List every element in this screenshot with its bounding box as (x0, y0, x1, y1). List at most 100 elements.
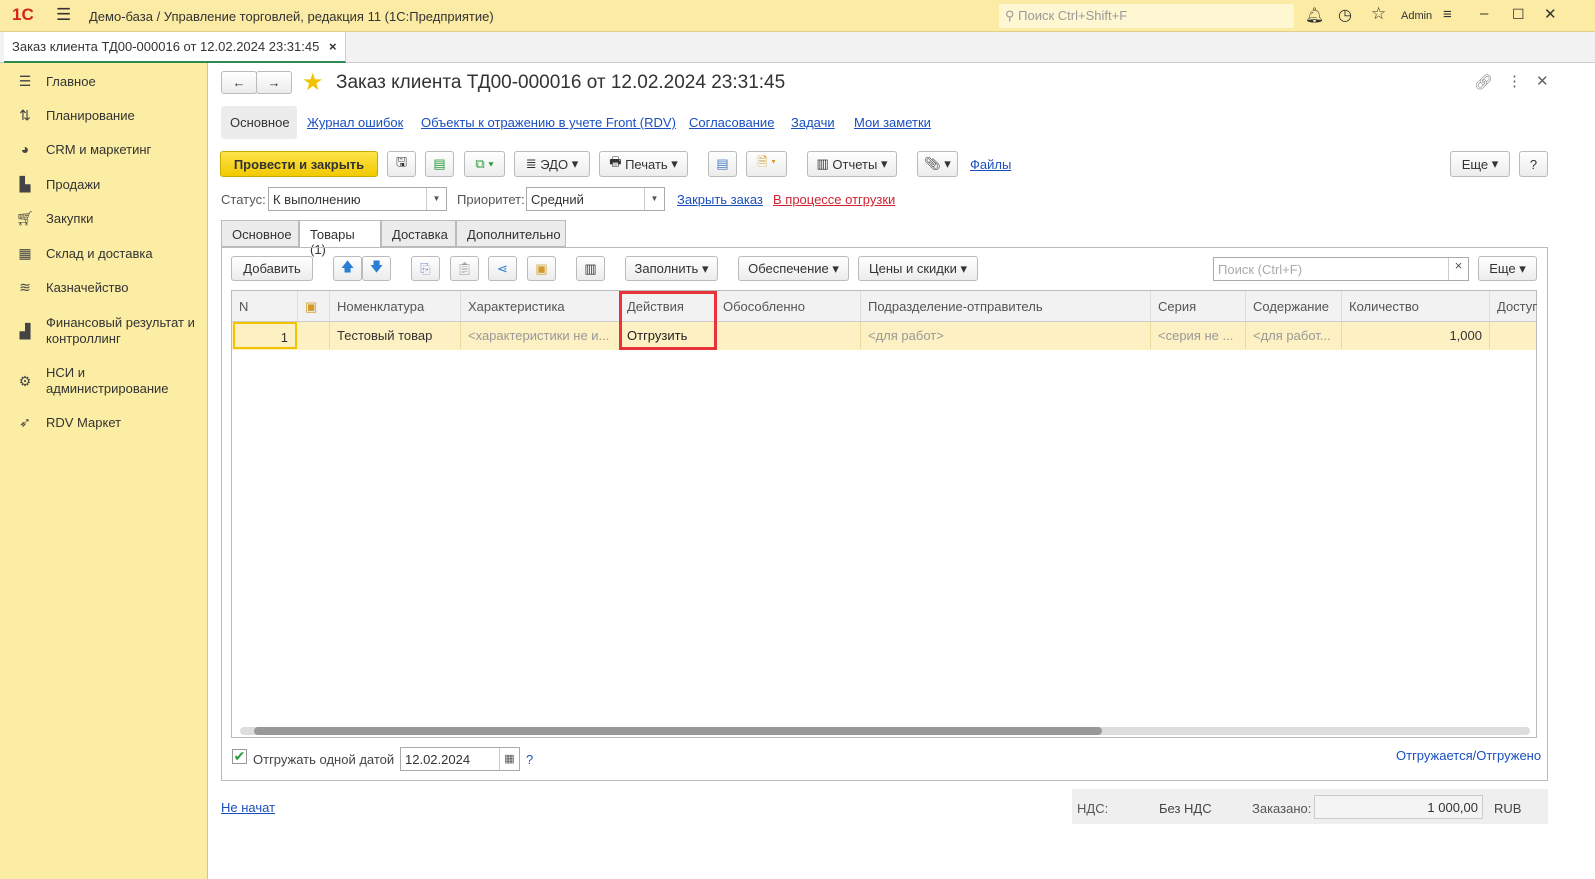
doc-tab[interactable]: Заказ клиента ТД00-000016 от 12.02.2024 … (4, 32, 346, 63)
gear-icon: ⚙ (18, 372, 32, 389)
nav-approval[interactable]: Согласование (689, 115, 774, 130)
nav-main[interactable]: Основное (221, 106, 297, 139)
star-icon[interactable]: ☆ (1371, 4, 1386, 24)
sidebar-item-finance[interactable]: ▟ Финансовый результат и контроллинг (0, 314, 208, 348)
ship-one-date-checkbox[interactable]: ✔ (232, 749, 247, 764)
priority-select[interactable]: Средний ▼ (526, 187, 665, 211)
sidebar-item-crm[interactable]: ◕ CRM и маркетинг (0, 140, 208, 158)
fill-button[interactable]: Заполнить ▾ (625, 256, 718, 281)
reports-button[interactable]: ▥ Отчеты ▾ (807, 151, 897, 177)
favorite-star-icon[interactable]: ★ (302, 68, 324, 97)
col-available[interactable]: Доступ (1490, 291, 1537, 321)
col-quantity[interactable]: Количество (1342, 291, 1490, 321)
document-clock-button[interactable]: 🗎 ▾ (746, 151, 787, 177)
chevron-down-icon[interactable]: ▼ (426, 188, 446, 210)
back-button[interactable]: ← (221, 71, 257, 94)
cell-content[interactable]: <для работ... (1246, 322, 1342, 349)
shipped-link[interactable]: Отгружается/Отгружено (1396, 748, 1541, 763)
horizontal-scrollbar[interactable] (240, 727, 1530, 735)
split-button[interactable]: ⋖ (488, 256, 517, 281)
calendar-icon[interactable]: ▦ (499, 748, 519, 770)
list-button[interactable]: ▤ (708, 151, 737, 177)
goods-search-input[interactable]: Поиск (Ctrl+F) × (1213, 257, 1469, 281)
sidebar-item-planning[interactable]: ⇅ Планирование (0, 106, 208, 124)
post-and-close-button[interactable]: Провести и закрыть (220, 151, 378, 177)
col-item[interactable]: Номенклатура (330, 291, 461, 321)
forward-button[interactable]: → (256, 71, 292, 94)
user-name[interactable]: Admin (1401, 10, 1432, 22)
cell-pick[interactable] (298, 322, 330, 349)
help-button[interactable]: ? (1519, 151, 1548, 177)
close-order-link[interactable]: Закрыть заказ (677, 192, 763, 207)
edo-button[interactable]: ≣ ЭДО ▾ (514, 151, 590, 177)
move-up-button[interactable]: 🡅 (333, 256, 362, 281)
nav-notes[interactable]: Мои заметки (854, 115, 931, 130)
attach-button[interactable]: 📎︎ ▾ (917, 151, 958, 177)
col-content[interactable]: Содержание (1246, 291, 1342, 321)
cell-department[interactable]: <для работ> (861, 322, 1151, 349)
col-department[interactable]: Подразделение-отправитель (861, 291, 1151, 321)
col-n[interactable]: N (232, 291, 298, 321)
cell-characteristic[interactable]: <характеристики не и... (461, 322, 620, 349)
minimize-icon[interactable]: – (1480, 5, 1488, 22)
clear-search-icon[interactable]: × (1448, 258, 1468, 280)
scrollbar-thumb[interactable] (254, 727, 1102, 735)
sidebar-item-admin[interactable]: ⚙ НСИ и администрирование (0, 364, 208, 398)
sidebar-item-sales[interactable]: ▙ Продажи (0, 175, 208, 193)
cell-n[interactable]: 1 (233, 322, 297, 349)
copy-button[interactable]: ⎘ (411, 256, 440, 281)
help-link[interactable]: ? (526, 752, 533, 767)
post-button[interactable]: ▤ (425, 151, 454, 177)
move-down-button[interactable]: 🡇 (362, 256, 391, 281)
sidebar-item-rdv[interactable]: ➶ RDV Маркет (0, 413, 208, 431)
save-button[interactable]: 🖫 (387, 151, 416, 177)
col-pick[interactable]: ▣ (298, 291, 330, 321)
maximize-icon[interactable]: ☐ (1512, 6, 1525, 23)
ship-date-input[interactable]: 12.02.2024 ▦ (400, 747, 520, 771)
tab-delivery[interactable]: Доставка (381, 220, 456, 247)
sidebar-item-purchases[interactable]: 🛒︎ Закупки (0, 209, 208, 227)
nav-error-log[interactable]: Журнал ошибок (307, 115, 403, 130)
menu-icon[interactable]: ☰ (56, 5, 71, 25)
paste-button[interactable]: 📋︎ (450, 256, 479, 281)
create-based-on-button[interactable]: ⧉ ▾ (464, 151, 505, 177)
history-icon[interactable]: ◷ (1338, 5, 1352, 25)
cell-quantity[interactable]: 1,000 (1342, 322, 1490, 349)
cell-separate[interactable] (716, 322, 861, 349)
add-button[interactable]: Добавить (231, 256, 313, 281)
sidebar-item-warehouse[interactable]: ▦ Склад и доставка (0, 244, 208, 262)
sidebar-item-treasury[interactable]: ≋ Казначейство (0, 278, 208, 296)
pick-button[interactable]: ▣ (527, 256, 556, 281)
bell-icon[interactable]: 🔔︎ (1305, 6, 1324, 24)
state-link[interactable]: Не начат (221, 800, 275, 815)
goods-more-button[interactable]: Еще ▾ (1478, 256, 1537, 281)
settings-icon[interactable]: ≡ (1443, 6, 1452, 23)
provision-button[interactable]: Обеспечение ▾ (738, 256, 849, 281)
barcode-button[interactable]: ▥ (576, 256, 605, 281)
close-tab-icon[interactable]: × (329, 39, 337, 54)
link-icon[interactable]: 🔗︎ (1474, 73, 1493, 91)
global-search-input[interactable]: ⚲ Поиск Ctrl+Shift+F (999, 4, 1294, 28)
arrow-up-icon: 🡅 (340, 258, 355, 274)
close-form-icon[interactable]: ✕ (1536, 72, 1549, 90)
col-characteristic[interactable]: Характеристика (461, 291, 620, 321)
status-select[interactable]: К выполнению ▼ (268, 187, 447, 211)
col-separate[interactable]: Обособленно (716, 291, 861, 321)
shipping-status-link[interactable]: В процессе отгрузки (773, 192, 895, 207)
tab-goods[interactable]: Товары (1) (299, 220, 381, 257)
tab-main[interactable]: Основное (221, 220, 299, 247)
files-link[interactable]: Файлы (970, 157, 1011, 172)
nav-front-objects[interactable]: Объекты к отражению в учете Front (RDV) (421, 115, 676, 130)
tab-additional[interactable]: Дополнительно (456, 220, 566, 247)
more-vert-icon[interactable]: ⋮ (1507, 72, 1522, 90)
close-window-icon[interactable]: ✕ (1544, 5, 1557, 23)
print-button[interactable]: 🖶 Печать ▾ (599, 151, 688, 177)
cell-series[interactable]: <серия не ... (1151, 322, 1246, 349)
col-series[interactable]: Серия (1151, 291, 1246, 321)
chevron-down-icon[interactable]: ▼ (644, 188, 664, 210)
nav-tasks[interactable]: Задачи (791, 115, 835, 130)
sidebar-item-main[interactable]: ☰ Главное (0, 72, 208, 90)
more-button[interactable]: Еще ▾ (1450, 151, 1510, 177)
cell-item[interactable]: Тестовый товар (330, 322, 461, 349)
prices-discounts-button[interactable]: Цены и скидки ▾ (858, 256, 978, 281)
